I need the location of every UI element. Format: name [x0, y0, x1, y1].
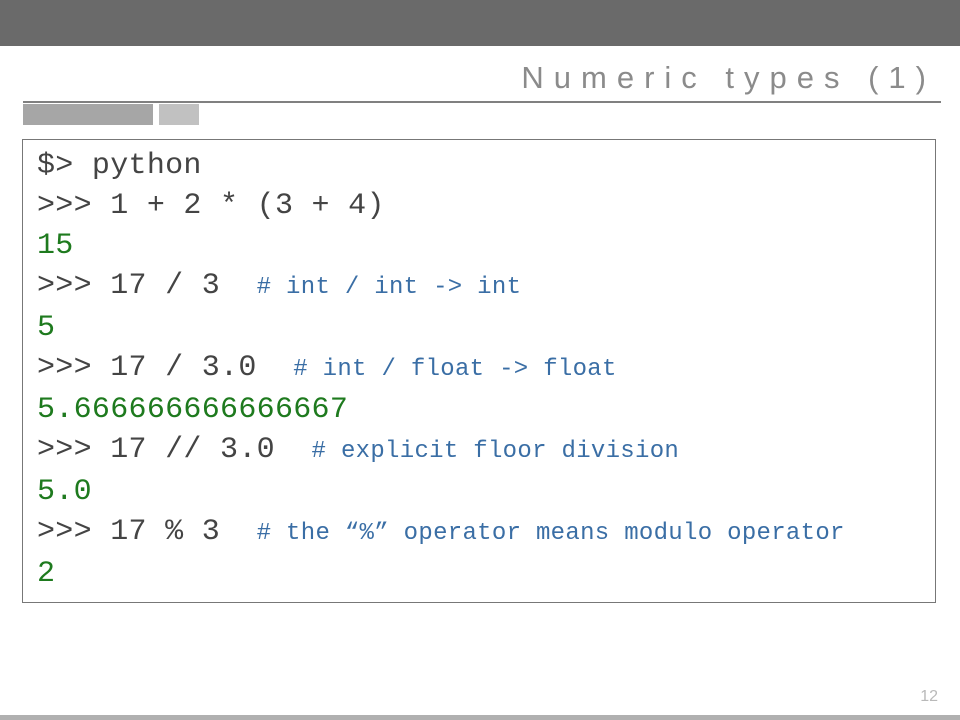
code-line-floordiv: >>> 17 // 3.0 # explicit floor division: [37, 430, 921, 472]
title-rule: [23, 101, 941, 103]
code-expr: >>> 17 // 3.0: [37, 433, 312, 467]
code-line-div-int: >>> 17 / 3 # int / int -> int: [37, 266, 921, 308]
slide-top-bar: [0, 0, 960, 46]
code-output-1: 15: [37, 226, 921, 266]
code-line-shell: $> python: [37, 146, 921, 186]
code-line-mod: >>> 17 % 3 # the “%” operator means modu…: [37, 512, 921, 554]
code-box: $> python >>> 1 + 2 * (3 + 4) 15 >>> 17 …: [22, 139, 936, 603]
code-output-5: 2: [37, 554, 921, 594]
code-output-4: 5.0: [37, 472, 921, 512]
code-output-3: 5.666666666666667: [37, 390, 921, 430]
code-line-div-float: >>> 17 / 3.0 # int / float -> float: [37, 348, 921, 390]
code-expr: >>> 17 % 3: [37, 515, 257, 549]
page-number: 12: [920, 688, 938, 706]
code-comment: # the “%” operator means modulo operator: [257, 520, 845, 547]
code-comment: # explicit floor division: [312, 438, 680, 465]
code-expr: >>> 17 / 3.0: [37, 351, 293, 385]
slide-title: Numeric types (1): [521, 60, 936, 96]
code-comment: # int / int -> int: [257, 274, 522, 301]
code-output-2: 5: [37, 308, 921, 348]
title-accent: [23, 104, 199, 125]
code-expr: >>> 17 / 3: [37, 269, 257, 303]
code-line-expr1: >>> 1 + 2 * (3 + 4): [37, 186, 921, 226]
code-comment: # int / float -> float: [293, 356, 616, 383]
slide-bottom-rule: [0, 715, 960, 720]
